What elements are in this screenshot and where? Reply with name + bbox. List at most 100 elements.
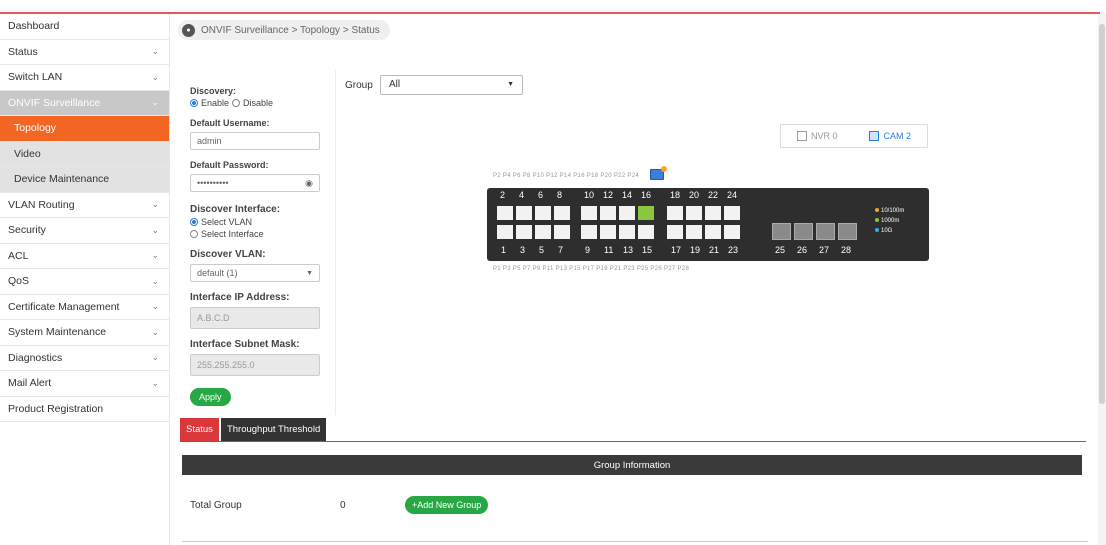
ethernet-port-20[interactable]	[686, 206, 702, 220]
sidebar-item-system-maintenance[interactable]: System Maintenance ⌄	[0, 320, 169, 346]
select-interface-option[interactable]: Select Interface	[190, 229, 330, 239]
select-vlan-option[interactable]: Select VLAN	[190, 217, 330, 227]
sidebar-item-vlan-routing[interactable]: VLAN Routing ⌄	[0, 193, 169, 218]
ethernet-port-9[interactable]	[581, 225, 597, 239]
sidebar-item-label: Certificate Management	[8, 300, 120, 313]
eye-icon[interactable]: ◉	[305, 178, 313, 189]
vlan-select[interactable]: default (1) ▼	[190, 264, 320, 282]
password-input[interactable]: •••••••••• ◉	[190, 174, 320, 192]
breadcrumb-text: ONVIF Surveillance > Topology > Status	[201, 24, 380, 36]
sfp-port-25[interactable]	[772, 223, 791, 240]
sidebar-item-qos[interactable]: QoS ⌄	[0, 269, 169, 295]
sidebar-item-product-registration[interactable]: Product Registration	[0, 397, 169, 422]
port-number: 7	[558, 245, 564, 255]
add-new-group-button[interactable]: +Add New Group	[405, 496, 489, 514]
ethernet-port-24[interactable]	[724, 206, 740, 220]
ethernet-port-2[interactable]	[497, 206, 513, 220]
sfp-port-27[interactable]	[816, 223, 835, 240]
ethernet-port-10[interactable]	[581, 206, 597, 220]
speed-legend-item: 10/100m	[875, 208, 904, 214]
sidebar-item-label: Product Registration	[8, 402, 104, 415]
sfp-port-26[interactable]	[794, 223, 813, 240]
select-vlan-radio[interactable]	[190, 218, 198, 226]
sfp-port-28[interactable]	[838, 223, 857, 240]
cam-label: CAM 2	[883, 130, 911, 141]
port-number: 13	[623, 245, 634, 255]
select-interface-radio[interactable]	[190, 230, 198, 238]
apply-button[interactable]: Apply	[190, 388, 231, 406]
port-number: 9	[585, 245, 591, 255]
chevron-down-icon: ⌄	[151, 377, 159, 388]
sidebar-item-diagnostics[interactable]: Diagnostics ⌄	[0, 346, 169, 371]
sidebar-item-certificate-management[interactable]: Certificate Management ⌄	[0, 295, 169, 320]
disable-radio[interactable]	[232, 99, 241, 107]
sidebar-item-label: Security	[8, 224, 46, 237]
nvr-counter[interactable]: NVR 0	[796, 131, 838, 142]
port-number: 5	[539, 245, 545, 255]
ethernet-port-6[interactable]	[535, 206, 551, 220]
ethernet-port-3[interactable]	[516, 225, 532, 239]
ethernet-port-16[interactable]	[638, 206, 654, 220]
ethernet-port-17[interactable]	[667, 225, 683, 239]
sidebar-item-label: Status	[8, 45, 38, 58]
sidebar-item-topology[interactable]: Topology	[0, 116, 169, 142]
ethernet-port-22[interactable]	[705, 206, 721, 220]
ethernet-port-4[interactable]	[516, 206, 532, 220]
sidebar-item-mail-alert[interactable]: Mail Alert ⌄	[0, 371, 169, 397]
tab-bar: Status Throughput Threshold	[180, 418, 327, 441]
scrollbar[interactable]	[1098, 14, 1106, 545]
group-select[interactable]: All ▼	[380, 75, 523, 95]
sidebar-item-status[interactable]: Status ⌄	[0, 40, 169, 65]
ethernet-port-12[interactable]	[600, 206, 616, 220]
ethernet-port-18[interactable]	[667, 206, 683, 220]
ethernet-port-23[interactable]	[724, 225, 740, 239]
mask-input[interactable]: 255.255.255.0	[190, 354, 320, 376]
port-number: 15	[642, 245, 653, 255]
sidebar-item-security[interactable]: Security ⌄	[0, 218, 169, 244]
port-number: 27	[819, 245, 830, 255]
ethernet-port-5[interactable]	[535, 225, 551, 239]
ethernet-port-21[interactable]	[705, 225, 721, 239]
sidebar-item-label: Topology	[14, 122, 57, 135]
ethernet-port-15[interactable]	[638, 225, 654, 239]
sidebar-item-video[interactable]: Video	[0, 141, 169, 167]
port-number: 22	[708, 190, 719, 200]
username-input[interactable]: admin	[190, 132, 320, 150]
enable-radio[interactable]	[190, 99, 198, 107]
sidebar-item-label: VLAN Routing	[8, 198, 75, 211]
chevron-down-icon: ⌄	[151, 301, 159, 312]
sidebar-item-acl[interactable]: ACL ⌄	[0, 244, 169, 269]
tab-throughput-threshold[interactable]: Throughput Threshold	[220, 418, 327, 441]
ethernet-port-8[interactable]	[554, 206, 570, 220]
chevron-down-icon: ⌄	[151, 352, 159, 363]
port-number: 1	[501, 245, 507, 255]
sidebar-item-switch-lan[interactable]: Switch LAN ⌄	[0, 65, 169, 91]
chevron-down-icon: ⌄	[151, 71, 159, 82]
ip-input[interactable]: A.B.C.D	[190, 307, 320, 329]
sidebar-item-onvif-surveillance[interactable]: ONVIF Surveillance ⌄	[0, 90, 169, 116]
ethernet-port-1[interactable]	[497, 225, 513, 239]
port-number: 2	[500, 190, 506, 200]
sidebar-item-label: Dashboard	[8, 20, 60, 33]
group-label: Group	[345, 80, 373, 91]
scrollbar-thumb[interactable]	[1099, 24, 1105, 404]
sidebar-item-label: Switch LAN	[8, 71, 63, 84]
mask-label: Interface Subnet Mask:	[190, 339, 300, 350]
disable-label: Disable	[243, 98, 274, 108]
ethernet-port-14[interactable]	[619, 206, 635, 220]
ethernet-port-19[interactable]	[686, 225, 702, 239]
tab-status[interactable]: Status	[180, 418, 219, 441]
port-number: 28	[841, 245, 852, 255]
cam-counter[interactable]: CAM 2	[869, 131, 911, 142]
ethernet-port-11[interactable]	[600, 225, 616, 239]
ethernet-port-13[interactable]	[619, 225, 635, 239]
port-number: 14	[622, 190, 633, 200]
port-number: 17	[671, 245, 682, 255]
ethernet-port-7[interactable]	[554, 225, 570, 239]
port-number: 6	[538, 190, 544, 200]
sidebar-item-device-maintenance[interactable]: Device Maintenance	[0, 167, 169, 193]
group-select-value: All	[389, 79, 401, 90]
sidebar-item-dashboard[interactable]: Dashboard	[0, 14, 169, 40]
discovery-form: Discovery: Enable Disable Default Userna…	[190, 80, 330, 406]
vlan-label: Discover VLAN:	[190, 249, 266, 260]
